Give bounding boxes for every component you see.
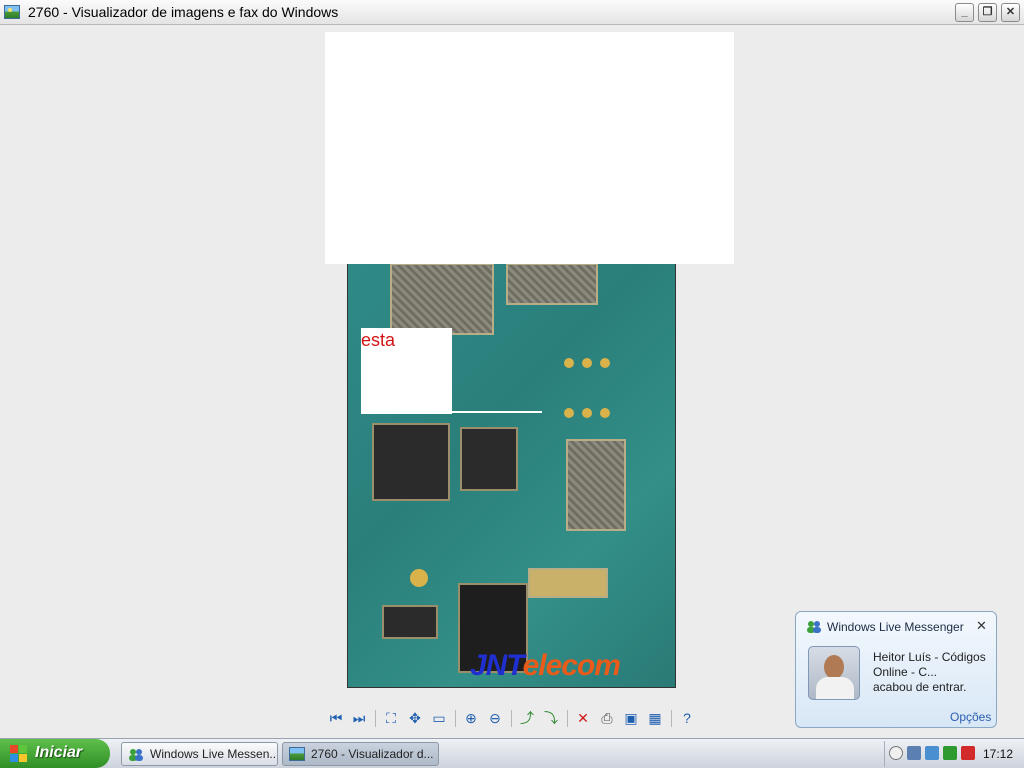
logo-part — [19, 754, 27, 762]
image-region — [528, 568, 608, 598]
notification-status: acabou de entrar. — [873, 680, 967, 694]
print-button[interactable]: ⎙ — [597, 708, 617, 728]
image-region — [582, 358, 592, 368]
contact-avatar — [808, 646, 860, 700]
image-annotation-text: esta — [361, 330, 396, 350]
save-button[interactable]: ▣ — [621, 708, 641, 728]
best-fit-icon: ⛶ — [386, 710, 396, 726]
close-button[interactable]: ✕ — [1001, 3, 1020, 22]
toolbar-separator — [455, 710, 456, 727]
notification-message[interactable]: Heitor Luís - Códigos Online - C... acab… — [873, 650, 991, 695]
rotate-counterclockwise-button[interactable]: ⤵ — [541, 708, 561, 728]
windows-logo-icon — [10, 745, 28, 763]
help-icon: ? — [683, 710, 691, 726]
image-region — [564, 358, 574, 368]
rotate-counterclockwise-icon: ⤵ — [544, 710, 558, 726]
previous-image-icon: ⏮ — [329, 710, 343, 726]
image-region — [564, 408, 574, 418]
minimize-button[interactable]: _ — [955, 3, 974, 22]
start-label: Iniciar — [35, 744, 83, 761]
image-region — [460, 427, 518, 491]
title-bar[interactable]: 2760 - Visualizador de imagens e fax do … — [0, 0, 1024, 25]
next-image-button[interactable]: ⏭ — [349, 708, 369, 728]
print-icon: ⎙ — [601, 710, 613, 726]
rotate-clockwise-icon: ⤴ — [520, 710, 534, 726]
taskbar-item-picture-viewer[interactable]: 2760 - Visualizador d... — [282, 742, 439, 766]
messenger-notification[interactable]: Windows Live Messenger ✕ Heitor Luís - C… — [795, 611, 997, 728]
image-region — [582, 408, 592, 418]
actual-size-button[interactable]: ✥ — [405, 708, 425, 728]
image-region — [390, 263, 494, 335]
watermark-part: JNT — [470, 649, 524, 682]
next-image-icon: ⏭ — [352, 710, 366, 726]
picture-viewer-icon — [289, 747, 305, 761]
delete-button[interactable]: ✕ — [573, 708, 593, 728]
taskbar: Iniciar Windows Live Messen... 2760 - Vi… — [0, 738, 1024, 768]
zoom-in-icon: ⊕ — [465, 710, 477, 726]
slideshow-button[interactable]: ▭ — [429, 708, 449, 728]
slideshow-icon: ▭ — [432, 710, 446, 726]
picture-viewer-app-icon[interactable] — [4, 5, 20, 19]
network-icon[interactable] — [907, 746, 921, 760]
toolbar-separator — [375, 710, 376, 727]
notification-close-button[interactable]: ✕ — [976, 618, 987, 634]
taskbar-item-label: Windows Live Messen... — [150, 747, 278, 761]
messenger-icon — [128, 747, 144, 761]
actual-size-icon: ✥ — [409, 710, 421, 726]
system-tray: 17:12 — [884, 741, 1024, 767]
restore-icon: ❐ — [982, 6, 993, 18]
minimize-icon: _ — [961, 6, 968, 18]
avatar-part — [816, 677, 854, 699]
notification-options-link[interactable]: Opções — [950, 710, 991, 724]
image-region — [382, 605, 438, 639]
image-white-area — [325, 32, 734, 264]
open-editor-button[interactable]: ▦ — [645, 708, 665, 728]
zoom-out-icon: ⊖ — [489, 710, 501, 726]
image-region — [506, 263, 598, 305]
window-title: 2760 - Visualizador de imagens e fax do … — [28, 4, 339, 20]
logo-part — [19, 745, 27, 753]
image-watermark: JNTelecom — [470, 649, 621, 683]
help-button[interactable]: ? — [677, 708, 697, 728]
viewer-toolbar: ⏮ ⏭ ⛶ ✥ ▭ ⊕ ⊖ ⤴ ⤵ ✕ ⎙ ▣ ▦ ? — [322, 708, 702, 730]
logo-part — [10, 745, 18, 753]
taskbar-item-label: 2760 - Visualizador d... — [311, 747, 434, 761]
avatar-part — [824, 655, 844, 679]
image-region — [566, 439, 626, 531]
watermark-part: elecom — [522, 649, 621, 682]
best-fit-button[interactable]: ⛶ — [381, 708, 401, 728]
start-button[interactable]: Iniciar — [0, 739, 110, 768]
close-icon: ✕ — [1005, 6, 1016, 18]
image-region — [410, 569, 428, 587]
notification-title: Windows Live Messenger — [827, 620, 964, 634]
logo-part — [10, 754, 18, 762]
toolbar-separator — [567, 710, 568, 727]
rotate-clockwise-button[interactable]: ⤴ — [517, 708, 537, 728]
restore-button[interactable]: ❐ — [978, 3, 997, 22]
show-hidden-icons-button[interactable] — [889, 746, 903, 760]
taskbar-item-messenger[interactable]: Windows Live Messen... — [121, 742, 278, 766]
tray-app-icon[interactable] — [943, 746, 957, 760]
notification-contact-name: Heitor Luís - Códigos Online - C... — [873, 650, 986, 679]
image-region — [600, 408, 610, 418]
save-icon: ▣ — [624, 710, 638, 726]
previous-image-button[interactable]: ⏮ — [326, 708, 346, 728]
close-icon: ✕ — [976, 618, 987, 633]
image-region — [372, 423, 450, 501]
zoom-in-button[interactable]: ⊕ — [461, 708, 481, 728]
image-region — [600, 358, 610, 368]
image-annotation-line — [452, 411, 542, 413]
displayed-image[interactable]: JNTelecom — [347, 262, 676, 688]
toolbar-separator — [511, 710, 512, 727]
open-editor-icon: ▦ — [648, 710, 662, 726]
tray-app-icon[interactable] — [925, 746, 939, 760]
tray-app-icon[interactable] — [961, 746, 975, 760]
zoom-out-button[interactable]: ⊖ — [485, 708, 505, 728]
messenger-icon — [806, 620, 822, 634]
clock[interactable]: 17:12 — [983, 747, 1013, 761]
toolbar-separator — [671, 710, 672, 727]
delete-icon: ✕ — [577, 710, 589, 726]
